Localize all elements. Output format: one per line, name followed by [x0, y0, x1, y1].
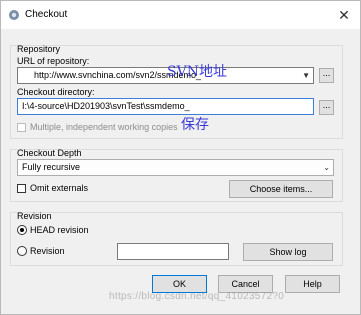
omit-externals-label: Omit externals	[30, 183, 89, 193]
url-combobox[interactable]: http://www.svnchina.com/svn2/ssmdemo_ ▼	[17, 67, 314, 84]
chevron-down-icon[interactable]: ⌄	[323, 160, 330, 175]
help-button[interactable]: Help	[285, 275, 340, 293]
url-label: URL of repository:	[17, 56, 90, 66]
watermark: https://blog.csdn.net/qq_41023572?0	[109, 291, 285, 302]
omit-externals-checkbox[interactable]	[17, 184, 26, 193]
close-button[interactable]: ✕	[328, 1, 360, 29]
close-icon: ✕	[338, 7, 350, 23]
save-annotation: 保存	[181, 117, 209, 133]
depth-select[interactable]: Fully recursive ⌄	[17, 159, 334, 176]
multiple-working-copies-label: Multiple, independent working copies	[30, 122, 178, 132]
revision-radio[interactable]	[17, 246, 27, 256]
tortoisesvn-icon	[9, 10, 19, 20]
head-revision-radio[interactable]	[17, 225, 27, 235]
title-bar: Checkout ✕	[1, 1, 360, 29]
svn-address-annotation: SVN地址	[167, 64, 227, 80]
checkout-dir-input[interactable]: I:\4-source\HD201903\svnTest\ssmdemo_	[17, 98, 314, 115]
revision-input[interactable]	[117, 243, 229, 260]
revision-group-label: Revision	[17, 211, 52, 221]
show-log-button[interactable]: Show log	[243, 243, 333, 261]
chevron-down-icon[interactable]: ▼	[302, 68, 310, 83]
head-revision-label: HEAD revision	[30, 225, 89, 235]
revision-label: Revision	[30, 246, 65, 256]
choose-items-button[interactable]: Choose items...	[229, 180, 333, 198]
checkout-depth-group-label: Checkout Depth	[17, 148, 82, 158]
checkout-dir-value: I:\4-source\HD201903\svnTest\ssmdemo_	[22, 101, 190, 111]
checkout-dialog: Checkout ✕ Repository URL of repository:…	[0, 0, 361, 315]
repository-group-label: Repository	[17, 44, 61, 54]
browse-url-button[interactable]: ...	[319, 68, 334, 83]
window-title: Checkout	[25, 9, 68, 20]
browse-dir-button[interactable]: ...	[319, 100, 334, 115]
depth-selected-value: Fully recursive	[22, 162, 81, 172]
multiple-working-copies-checkbox[interactable]	[17, 123, 26, 132]
checkout-dir-label: Checkout directory:	[17, 87, 95, 97]
